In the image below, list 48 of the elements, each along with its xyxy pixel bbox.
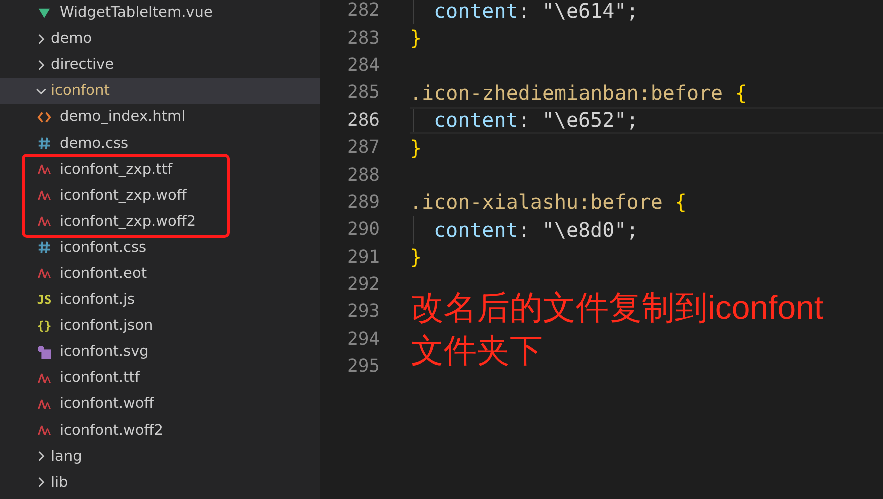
line-number: 289: [346, 192, 380, 213]
hash-icon: [37, 240, 52, 256]
braces-icon: {}: [37, 319, 52, 334]
line-number: 295: [346, 356, 380, 378]
line-number: 288: [346, 164, 380, 186]
code-line: content: "\e8d0";: [434, 218, 639, 242]
line-number: 284: [346, 54, 380, 76]
js-icon: JS: [37, 293, 52, 308]
shapes-icon: [37, 344, 52, 360]
line-number: 285: [346, 82, 380, 104]
folder-item[interactable]: iconfont: [0, 78, 320, 104]
folder-item[interactable]: demo: [0, 26, 320, 52]
code-line: }: [410, 26, 422, 50]
code-line: .icon-zhediemianban:before {: [410, 80, 748, 105]
line-number: 290: [346, 219, 380, 240]
line-number: 291: [346, 246, 380, 268]
line-number: 282: [346, 0, 380, 22]
file-item[interactable]: iconfont.woff2: [0, 418, 320, 444]
file-item[interactable]: iconfont.woff: [0, 391, 320, 418]
folder-item[interactable]: lang: [0, 444, 320, 470]
file-item[interactable]: iconfont.css: [0, 234, 320, 261]
line-number: 293: [346, 301, 380, 322]
code-line: content: "\e614";: [434, 0, 639, 23]
code-line: }: [410, 245, 422, 270]
file-item[interactable]: demo.css: [0, 130, 320, 157]
file-item[interactable]: demo_index.html: [0, 104, 320, 130]
file-item[interactable]: iconfont.eot: [0, 260, 320, 288]
line-number: 294: [346, 328, 380, 350]
code-line: }: [410, 136, 422, 160]
line-number: 283: [346, 28, 380, 49]
file-item[interactable]: iconfont_zxp.ttf: [0, 156, 227, 183]
annotation-text: 改名后的文件复制到iconfont文件夹下: [411, 288, 825, 371]
code-line: content: "\e652";: [434, 108, 639, 132]
file-item[interactable]: iconfont.svg: [0, 339, 320, 366]
code-brackets-icon: [37, 110, 52, 125]
file-item[interactable]: iconfont_zxp.woff2: [0, 208, 227, 235]
line-number: 286: [346, 110, 380, 131]
file-item[interactable]: JS iconfont.js: [0, 287, 320, 314]
file-item[interactable]: {} iconfont.json: [0, 313, 320, 340]
file-item[interactable]: iconfont.ttf: [0, 365, 320, 392]
code-line: .icon-xialashu:before {: [410, 190, 687, 214]
folder-item[interactable]: directive: [0, 52, 320, 78]
folder-item[interactable]: lib: [0, 470, 320, 496]
file-item[interactable]: WidgetTableItem.vue: [0, 0, 320, 26]
line-number: 292: [346, 274, 380, 296]
hash-icon: [37, 136, 52, 152]
line-number: 287: [346, 137, 380, 158]
file-item[interactable]: iconfont_zxp.woff: [0, 182, 227, 209]
